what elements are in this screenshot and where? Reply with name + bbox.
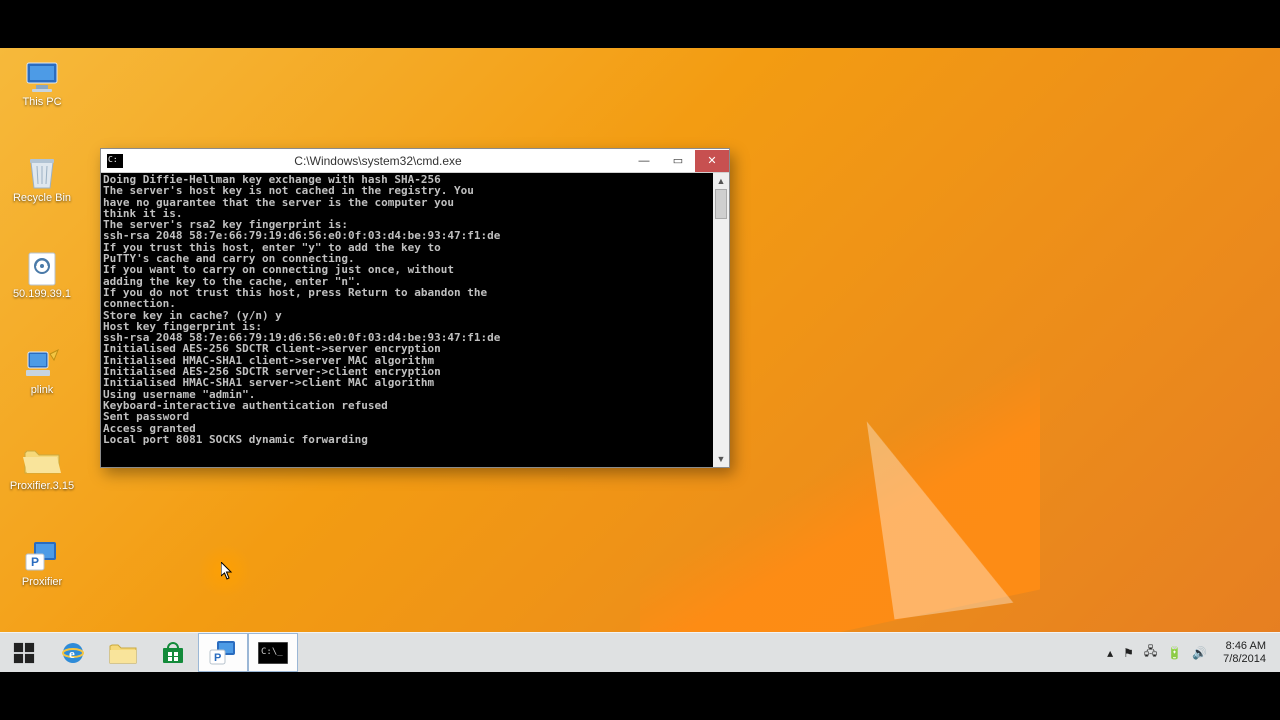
taskbar-app-ie[interactable]: e [48,633,98,672]
clock-time: 8:46 AM [1223,640,1266,653]
cmd-icon [107,154,123,168]
taskbar-clock[interactable]: 8:46 AM 7/8/2014 [1217,640,1272,666]
cmd-window[interactable]: C:\Windows\system32\cmd.exe — ▭ ✕ Doing … [100,148,730,468]
letterbox-top [0,0,1280,48]
taskbar-app-cmd[interactable]: C:\_ [248,633,298,672]
letterbox-bottom [0,672,1280,720]
taskbar-app-proxifier[interactable]: P [198,633,248,672]
cursor-icon [221,562,235,585]
desktop-icon-label: Proxifier.3.15 [10,480,74,493]
desktop-icon-rdp-shortcut[interactable]: 50.199.39.1 [6,248,78,332]
plink-icon [23,346,61,384]
cmd-titlebar[interactable]: C:\Windows\system32\cmd.exe — ▭ ✕ [101,149,729,173]
desktop-icons: This PC Recycle Bin 50.199.39.1 plink Pr… [6,56,78,632]
taskbar-app-file-explorer[interactable] [98,633,148,672]
cmd-title: C:\Windows\system32\cmd.exe [129,154,627,168]
cmd-body-wrap: Doing Diffie-Hellman key exchange with h… [101,173,729,467]
desktop[interactable]: This PC Recycle Bin 50.199.39.1 plink Pr… [0,48,1280,672]
taskbar-app-store[interactable] [148,633,198,672]
svg-text:e: e [69,646,75,661]
desktop-icon-proxifier[interactable]: P Proxifier [6,536,78,620]
cmd-output[interactable]: Doing Diffie-Hellman key exchange with h… [101,173,713,467]
rdp-file-icon [23,250,61,288]
svg-text:P: P [31,555,39,569]
desktop-icon-proxifier-folder[interactable]: Proxifier.3.15 [6,440,78,524]
cmd-scrollbar[interactable]: ▲ ▼ [713,173,729,467]
taskbar-left: e P C:\_ [0,633,298,672]
scroll-thumb[interactable] [715,189,727,219]
system-tray[interactable]: ▴ ⚑ 🖧 🔋 🔊 8:46 AM 7/8/2014 [1099,633,1280,672]
desktop-icon-recycle-bin[interactable]: Recycle Bin [6,152,78,236]
cursor-highlight [198,544,252,598]
recycle-bin-icon [23,154,61,192]
action-center-icon[interactable]: ⚑ [1123,646,1134,660]
computer-icon [23,58,61,96]
svg-text:P: P [214,652,221,664]
taskbar-spacer [298,633,1099,672]
desktop-icon-label: Recycle Bin [13,192,71,205]
svg-text:C:\_: C:\_ [261,647,283,657]
volume-icon[interactable]: 🔊 [1192,646,1207,660]
taskbar[interactable]: e P C:\_ ▴ ⚑ 🖧 🔋 🔊 8:46 AM 7/8/2 [0,632,1280,672]
desktop-icon-label: 50.199.39.1 [13,288,71,301]
desktop-icon-label: Proxifier [22,576,62,589]
window-controls: — ▭ ✕ [627,150,729,172]
minimize-button[interactable]: — [627,150,661,172]
desktop-icon-this-pc[interactable]: This PC [6,56,78,140]
scroll-down-button[interactable]: ▼ [713,451,729,467]
clock-date: 7/8/2014 [1223,653,1266,666]
proxifier-icon: P [23,538,61,576]
desktop-icon-plink[interactable]: plink [6,344,78,428]
desktop-icon-label: plink [31,384,54,397]
show-hidden-icons-button[interactable]: ▴ [1107,646,1113,660]
close-button[interactable]: ✕ [695,150,729,172]
network-icon[interactable]: 🖧 [1144,642,1157,663]
maximize-button[interactable]: ▭ [661,150,695,172]
start-button[interactable] [0,633,48,672]
folder-icon [23,442,61,480]
power-icon[interactable]: 🔋 [1167,646,1182,660]
desktop-icon-label: This PC [22,96,61,109]
scroll-up-button[interactable]: ▲ [713,173,729,189]
scroll-track[interactable] [713,189,729,451]
